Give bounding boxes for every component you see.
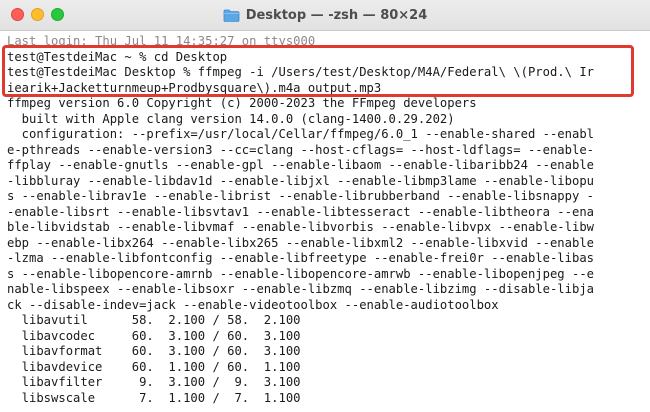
terminal-line: nable-libspeex --enable-libsoxr --enable… bbox=[7, 282, 594, 296]
terminal-line: libavcodec 60. 3.100 / 60. 3.100 bbox=[7, 328, 301, 343]
terminal-line: ble-libvidstab --enable-libvmaf --enable… bbox=[7, 220, 594, 234]
terminal-line: libswscale 7. 1.100 / 7. 1.100 bbox=[7, 390, 301, 405]
terminal-line: e-pthreads --enable-version3 --cc=clang … bbox=[7, 142, 594, 157]
terminal-line: s --enable-libopencore-amrnb --enable-li… bbox=[7, 266, 594, 281]
terminal-output[interactable]: Last login: Thu Jul 11 14:35:27 on ttys0… bbox=[7, 34, 647, 412]
terminal-line: built with Apple clang version 14.0.0 (c… bbox=[7, 111, 455, 126]
window-title: Desktop — -zsh — 80×24 bbox=[245, 8, 428, 23]
terminal-line: s --enable-librav1e --enable-librist --e… bbox=[7, 189, 594, 203]
terminal-line: -libbluray --enable-libdav1d --enable-li… bbox=[7, 173, 594, 188]
terminal-line: -lzma --enable-libfontconfig --enable-li… bbox=[7, 251, 594, 265]
terminal-line: test@TestdeiMac ~ % cd Desktop bbox=[7, 49, 228, 64]
window-title-area: Desktop — -zsh — 80×24 bbox=[0, 0, 650, 31]
terminal-line: configuration: --prefix=/usr/local/Cella… bbox=[7, 127, 594, 141]
terminal-line: libavdevice 60. 1.100 / 60. 1.100 bbox=[7, 359, 301, 374]
terminal-line: iearik+Jacketturnmeup+Prodbysquare\).m4a… bbox=[7, 80, 382, 95]
terminal-line: Last login: Thu Jul 11 14:35:27 on ttys0… bbox=[7, 34, 316, 48]
terminal-line: ffmpeg version 6.0 Copyright (c) 2000-20… bbox=[7, 96, 477, 110]
terminal-line: ffplay --enable-gnutls --enable-gpl --en… bbox=[7, 158, 594, 172]
terminal-line: libavformat 60. 3.100 / 60. 3.100 bbox=[7, 344, 301, 358]
terminal-line: libavfilter 9. 3.100 / 9. 3.100 bbox=[7, 375, 301, 389]
terminal-line: ebp --enable-libx264 --enable-libx265 --… bbox=[7, 235, 594, 250]
terminal-window: Desktop — -zsh — 80×24 Last login: Thu J… bbox=[0, 0, 650, 412]
title-bar[interactable]: Desktop — -zsh — 80×24 bbox=[0, 0, 650, 31]
terminal-line: test@TestdeiMac Desktop % ffmpeg -i /Use… bbox=[7, 65, 594, 79]
terminal-line: ck --disable-indev=jack --enable-videoto… bbox=[7, 297, 499, 312]
folder-icon bbox=[223, 9, 240, 22]
terminal-line: -enable-libsrt --enable-libsvtav1 --enab… bbox=[7, 204, 594, 219]
terminal-line: libavutil 58. 2.100 / 58. 2.100 bbox=[7, 313, 301, 327]
